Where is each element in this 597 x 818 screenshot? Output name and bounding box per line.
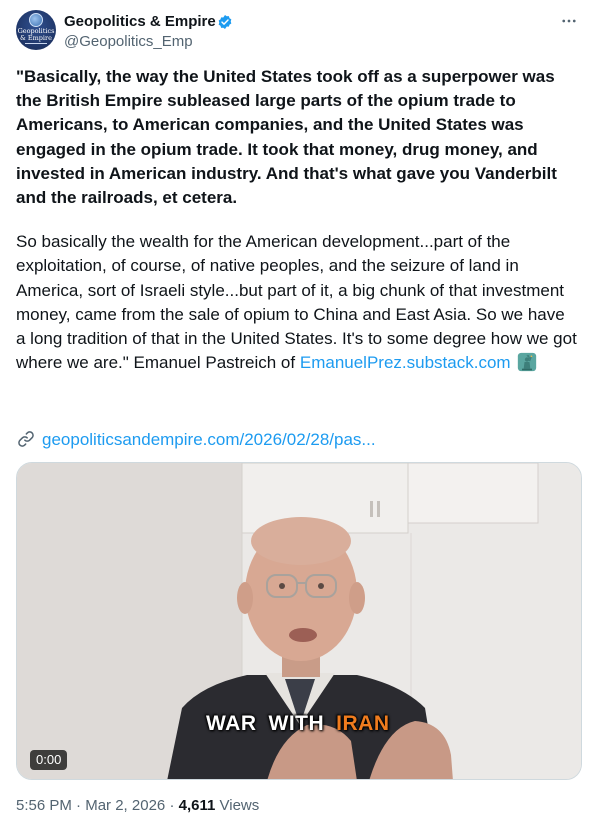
video-player[interactable]: WAR WITH IRAN 0:00 <box>16 462 582 780</box>
post-quote-bold: "Basically, the way the United States to… <box>16 67 557 208</box>
meta-separator-2: · <box>169 797 175 814</box>
post-time[interactable]: 5:56 PM <box>16 797 72 814</box>
more-dots-icon <box>562 19 576 23</box>
caption-word-iran: IRAN <box>336 712 390 735</box>
post-date[interactable]: Mar 2, 2026 <box>85 797 165 814</box>
avatar[interactable]: Geopolitics & Empire <box>16 10 56 50</box>
avatar-divider <box>25 43 47 44</box>
statue-of-liberty-icon <box>518 353 537 372</box>
more-options-icon[interactable] <box>559 12 579 32</box>
post-text: "Basically, the way the United States to… <box>16 65 578 375</box>
account-name[interactable]: Geopolitics & Empire <box>64 12 216 32</box>
views-label: Views <box>219 797 260 814</box>
video-duration-badge: 0:00 <box>30 750 68 770</box>
account-handle[interactable]: @Geopolitics_Emp <box>64 32 193 52</box>
views-count: 4,611 <box>178 797 216 814</box>
external-link[interactable]: geopoliticsandempire.com/2026/02/28/pas.… <box>16 428 376 452</box>
link-icon <box>18 431 34 447</box>
post-header: Geopolitics & Empire Geopolitics & Empir… <box>16 10 581 54</box>
globe-icon <box>29 13 43 27</box>
external-link-text[interactable]: geopoliticsandempire.com/2026/02/28/pas.… <box>42 430 376 449</box>
post-meta: 5:56 PM · Mar 2, 2026 · 4,611 Views <box>16 796 259 816</box>
meta-separator-1: · <box>76 797 82 814</box>
post-paragraph-2: So basically the wealth for the American… <box>16 230 578 375</box>
caption-word-war: WAR <box>206 712 257 735</box>
verified-badge-icon <box>218 15 232 29</box>
substack-link[interactable]: EmanuelPrez.substack.com <box>300 353 511 372</box>
avatar-text-line2: & Empire <box>20 34 52 42</box>
caption-word-with: WITH <box>268 712 325 735</box>
video-caption: WAR WITH IRAN <box>206 711 390 737</box>
post-paragraph-2-text: So basically the wealth for the American… <box>16 232 577 373</box>
